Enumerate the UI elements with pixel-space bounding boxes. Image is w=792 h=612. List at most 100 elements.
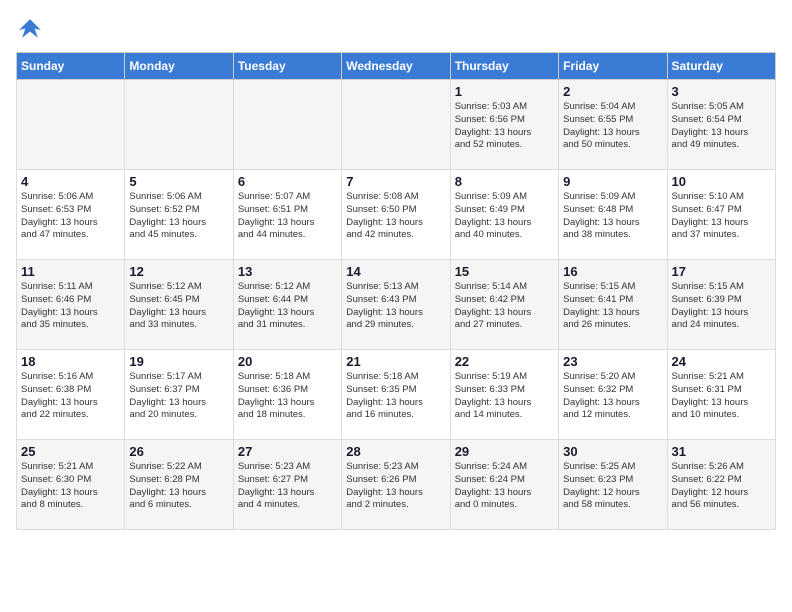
day-number: 22 bbox=[455, 354, 554, 369]
day-info: Sunrise: 5:23 AM Sunset: 6:27 PM Dayligh… bbox=[238, 461, 337, 512]
day-cell: 30 Sunrise: 5:25 AM Sunset: 6:23 PM Dayli… bbox=[559, 440, 667, 530]
day-info: Sunrise: 5:15 AM Sunset: 6:39 PM Dayligh… bbox=[672, 281, 771, 332]
day-info: Sunrise: 5:07 AM Sunset: 6:51 PM Dayligh… bbox=[238, 191, 337, 242]
day-info: Sunrise: 5:20 AM Sunset: 6:32 PM Dayligh… bbox=[563, 371, 662, 422]
day-number: 20 bbox=[238, 354, 337, 369]
col-header-wednesday: Wednesday bbox=[342, 53, 450, 80]
day-number: 18 bbox=[21, 354, 120, 369]
day-number: 4 bbox=[21, 174, 120, 189]
day-info: Sunrise: 5:19 AM Sunset: 6:33 PM Dayligh… bbox=[455, 371, 554, 422]
day-cell bbox=[125, 80, 233, 170]
day-cell: 5 Sunrise: 5:06 AM Sunset: 6:52 PM Daylig… bbox=[125, 170, 233, 260]
day-cell bbox=[342, 80, 450, 170]
day-info: Sunrise: 5:12 AM Sunset: 6:44 PM Dayligh… bbox=[238, 281, 337, 332]
day-info: Sunrise: 5:21 AM Sunset: 6:30 PM Dayligh… bbox=[21, 461, 120, 512]
day-cell: 6 Sunrise: 5:07 AM Sunset: 6:51 PM Daylig… bbox=[233, 170, 341, 260]
day-cell: 17 Sunrise: 5:15 AM Sunset: 6:39 PM Dayli… bbox=[667, 260, 775, 350]
day-cell: 25 Sunrise: 5:21 AM Sunset: 6:30 PM Dayli… bbox=[17, 440, 125, 530]
day-info: Sunrise: 5:06 AM Sunset: 6:52 PM Dayligh… bbox=[129, 191, 228, 242]
logo-icon bbox=[16, 16, 44, 44]
day-cell: 26 Sunrise: 5:22 AM Sunset: 6:28 PM Dayli… bbox=[125, 440, 233, 530]
day-info: Sunrise: 5:25 AM Sunset: 6:23 PM Dayligh… bbox=[563, 461, 662, 512]
day-info: Sunrise: 5:14 AM Sunset: 6:42 PM Dayligh… bbox=[455, 281, 554, 332]
day-number: 14 bbox=[346, 264, 445, 279]
day-info: Sunrise: 5:21 AM Sunset: 6:31 PM Dayligh… bbox=[672, 371, 771, 422]
day-number: 16 bbox=[563, 264, 662, 279]
week-row-1: 1 Sunrise: 5:03 AM Sunset: 6:56 PM Daylig… bbox=[17, 80, 776, 170]
day-cell: 8Sunrise: 5:09 AM Sunset: 6:49 PM Daylig… bbox=[450, 170, 558, 260]
day-cell: 28 Sunrise: 5:23 AM Sunset: 6:26 PM Dayli… bbox=[342, 440, 450, 530]
day-number: 6 bbox=[238, 174, 337, 189]
day-info: Sunrise: 5:11 AM Sunset: 6:46 PM Dayligh… bbox=[21, 281, 120, 332]
day-number: 27 bbox=[238, 444, 337, 459]
day-number: 3 bbox=[672, 84, 771, 99]
day-cell: 13 Sunrise: 5:12 AM Sunset: 6:44 PM Dayli… bbox=[233, 260, 341, 350]
day-info: Sunrise: 5:22 AM Sunset: 6:28 PM Dayligh… bbox=[129, 461, 228, 512]
day-number: 24 bbox=[672, 354, 771, 369]
col-header-saturday: Saturday bbox=[667, 53, 775, 80]
day-number: 28 bbox=[346, 444, 445, 459]
day-cell: 23 Sunrise: 5:20 AM Sunset: 6:32 PM Dayli… bbox=[559, 350, 667, 440]
day-cell: 7 Sunrise: 5:08 AM Sunset: 6:50 PM Daylig… bbox=[342, 170, 450, 260]
logo bbox=[16, 16, 48, 44]
day-number: 21 bbox=[346, 354, 445, 369]
day-info: Sunrise: 5:18 AM Sunset: 6:36 PM Dayligh… bbox=[238, 371, 337, 422]
day-info: Sunrise: 5:26 AM Sunset: 6:22 PM Dayligh… bbox=[672, 461, 771, 512]
day-cell: 1 Sunrise: 5:03 AM Sunset: 6:56 PM Daylig… bbox=[450, 80, 558, 170]
day-number: 2 bbox=[563, 84, 662, 99]
day-info: Sunrise: 5:05 AM Sunset: 6:54 PM Dayligh… bbox=[672, 101, 771, 152]
day-cell: 15 Sunrise: 5:14 AM Sunset: 6:42 PM Dayli… bbox=[450, 260, 558, 350]
day-cell: 16 Sunrise: 5:15 AM Sunset: 6:41 PM Dayli… bbox=[559, 260, 667, 350]
day-number: 25 bbox=[21, 444, 120, 459]
day-info: Sunrise: 5:09 AM Sunset: 6:48 PM Dayligh… bbox=[563, 191, 662, 242]
day-info: Sunrise: 5:17 AM Sunset: 6:37 PM Dayligh… bbox=[129, 371, 228, 422]
day-cell: 18Sunrise: 5:16 AM Sunset: 6:38 PM Dayli… bbox=[17, 350, 125, 440]
day-info: Sunrise: 5:04 AM Sunset: 6:55 PM Dayligh… bbox=[563, 101, 662, 152]
day-number: 8 bbox=[455, 174, 554, 189]
calendar-table: SundayMondayTuesdayWednesdayThursdayFrid… bbox=[16, 52, 776, 530]
day-number: 30 bbox=[563, 444, 662, 459]
day-info: Sunrise: 5:12 AM Sunset: 6:45 PM Dayligh… bbox=[129, 281, 228, 332]
day-number: 5 bbox=[129, 174, 228, 189]
day-info: Sunrise: 5:10 AM Sunset: 6:47 PM Dayligh… bbox=[672, 191, 771, 242]
week-row-2: 4 Sunrise: 5:06 AM Sunset: 6:53 PM Daylig… bbox=[17, 170, 776, 260]
day-number: 10 bbox=[672, 174, 771, 189]
day-info: Sunrise: 5:06 AM Sunset: 6:53 PM Dayligh… bbox=[21, 191, 120, 242]
col-header-monday: Monday bbox=[125, 53, 233, 80]
day-info: Sunrise: 5:03 AM Sunset: 6:56 PM Dayligh… bbox=[455, 101, 554, 152]
week-row-3: 11 Sunrise: 5:11 AM Sunset: 6:46 PM Dayli… bbox=[17, 260, 776, 350]
day-cell: 19Sunrise: 5:17 AM Sunset: 6:37 PM Dayli… bbox=[125, 350, 233, 440]
day-info: Sunrise: 5:15 AM Sunset: 6:41 PM Dayligh… bbox=[563, 281, 662, 332]
day-cell: 27 Sunrise: 5:23 AM Sunset: 6:27 PM Dayli… bbox=[233, 440, 341, 530]
day-cell: 3 Sunrise: 5:05 AM Sunset: 6:54 PM Daylig… bbox=[667, 80, 775, 170]
day-number: 29 bbox=[455, 444, 554, 459]
day-info: Sunrise: 5:18 AM Sunset: 6:35 PM Dayligh… bbox=[346, 371, 445, 422]
day-cell: 20 Sunrise: 5:18 AM Sunset: 6:36 PM Dayli… bbox=[233, 350, 341, 440]
day-cell: 22 Sunrise: 5:19 AM Sunset: 6:33 PM Dayli… bbox=[450, 350, 558, 440]
day-cell bbox=[17, 80, 125, 170]
col-header-thursday: Thursday bbox=[450, 53, 558, 80]
day-number: 26 bbox=[129, 444, 228, 459]
day-info: Sunrise: 5:08 AM Sunset: 6:50 PM Dayligh… bbox=[346, 191, 445, 242]
day-number: 7 bbox=[346, 174, 445, 189]
day-cell: 9Sunrise: 5:09 AM Sunset: 6:48 PM Daylig… bbox=[559, 170, 667, 260]
day-number: 17 bbox=[672, 264, 771, 279]
week-row-4: 18Sunrise: 5:16 AM Sunset: 6:38 PM Dayli… bbox=[17, 350, 776, 440]
day-number: 15 bbox=[455, 264, 554, 279]
day-cell: 10 Sunrise: 5:10 AM Sunset: 6:47 PM Dayli… bbox=[667, 170, 775, 260]
col-header-friday: Friday bbox=[559, 53, 667, 80]
day-cell: 2 Sunrise: 5:04 AM Sunset: 6:55 PM Daylig… bbox=[559, 80, 667, 170]
day-cell bbox=[233, 80, 341, 170]
day-cell: 11 Sunrise: 5:11 AM Sunset: 6:46 PM Dayli… bbox=[17, 260, 125, 350]
day-number: 23 bbox=[563, 354, 662, 369]
day-cell: 24 Sunrise: 5:21 AM Sunset: 6:31 PM Dayli… bbox=[667, 350, 775, 440]
day-info: Sunrise: 5:24 AM Sunset: 6:24 PM Dayligh… bbox=[455, 461, 554, 512]
day-number: 1 bbox=[455, 84, 554, 99]
day-info: Sunrise: 5:13 AM Sunset: 6:43 PM Dayligh… bbox=[346, 281, 445, 332]
col-header-tuesday: Tuesday bbox=[233, 53, 341, 80]
day-number: 13 bbox=[238, 264, 337, 279]
col-header-sunday: Sunday bbox=[17, 53, 125, 80]
day-number: 11 bbox=[21, 264, 120, 279]
day-info: Sunrise: 5:23 AM Sunset: 6:26 PM Dayligh… bbox=[346, 461, 445, 512]
day-cell: 4 Sunrise: 5:06 AM Sunset: 6:53 PM Daylig… bbox=[17, 170, 125, 260]
